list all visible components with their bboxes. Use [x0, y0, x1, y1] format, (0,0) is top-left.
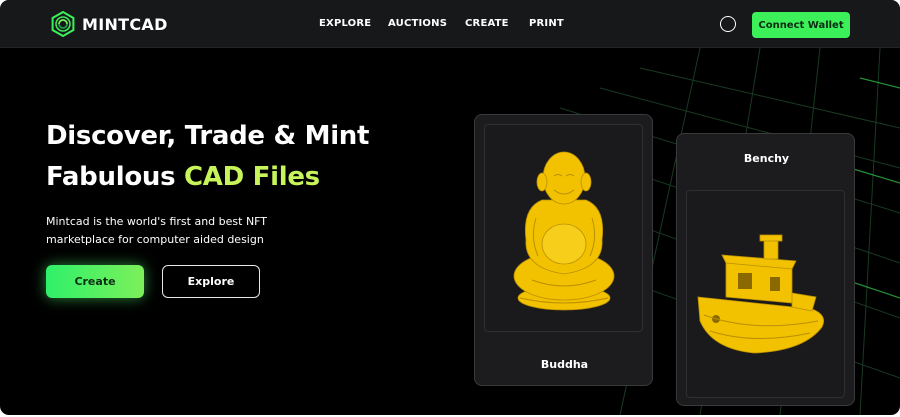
hero-subtitle-line2: marketplace for computer aided design — [46, 233, 264, 246]
top-navbar: MINTCAD EXPLORE AUCTIONS CREATE PRINT Co… — [0, 0, 900, 48]
app-frame: MINTCAD EXPLORE AUCTIONS CREATE PRINT Co… — [0, 0, 900, 415]
hero-subtitle: Mintcad is the world's first and best NF… — [46, 213, 306, 249]
buddha-model-icon — [513, 151, 615, 311]
explore-button[interactable]: Explore — [162, 265, 260, 298]
connect-wallet-button[interactable]: Connect Wallet — [752, 12, 850, 38]
nav-auctions[interactable]: AUCTIONS — [388, 18, 447, 29]
benchy-boat-model-icon — [697, 234, 825, 354]
hero-title: Discover, Trade & Mint Fabulous CAD File… — [46, 116, 426, 198]
create-button[interactable]: Create — [46, 265, 144, 298]
card-title-buddha: Buddha — [540, 358, 589, 371]
nav-print[interactable]: PRINT — [529, 18, 564, 29]
hero-subtitle-line1: Mintcad is the world's first and best NF… — [46, 215, 268, 228]
hero-title-accent: CAD Files — [184, 162, 320, 192]
hero-title-line2-prefix: Fabulous — [46, 162, 185, 192]
hero-title-line1: Discover, Trade & Mint — [46, 121, 370, 151]
card-title-benchy: Benchy — [743, 152, 790, 165]
nav-explore[interactable]: EXPLORE — [319, 18, 371, 29]
theme-toggle-circle-icon[interactable] — [720, 16, 736, 32]
nav-create[interactable]: CREATE — [465, 18, 509, 29]
